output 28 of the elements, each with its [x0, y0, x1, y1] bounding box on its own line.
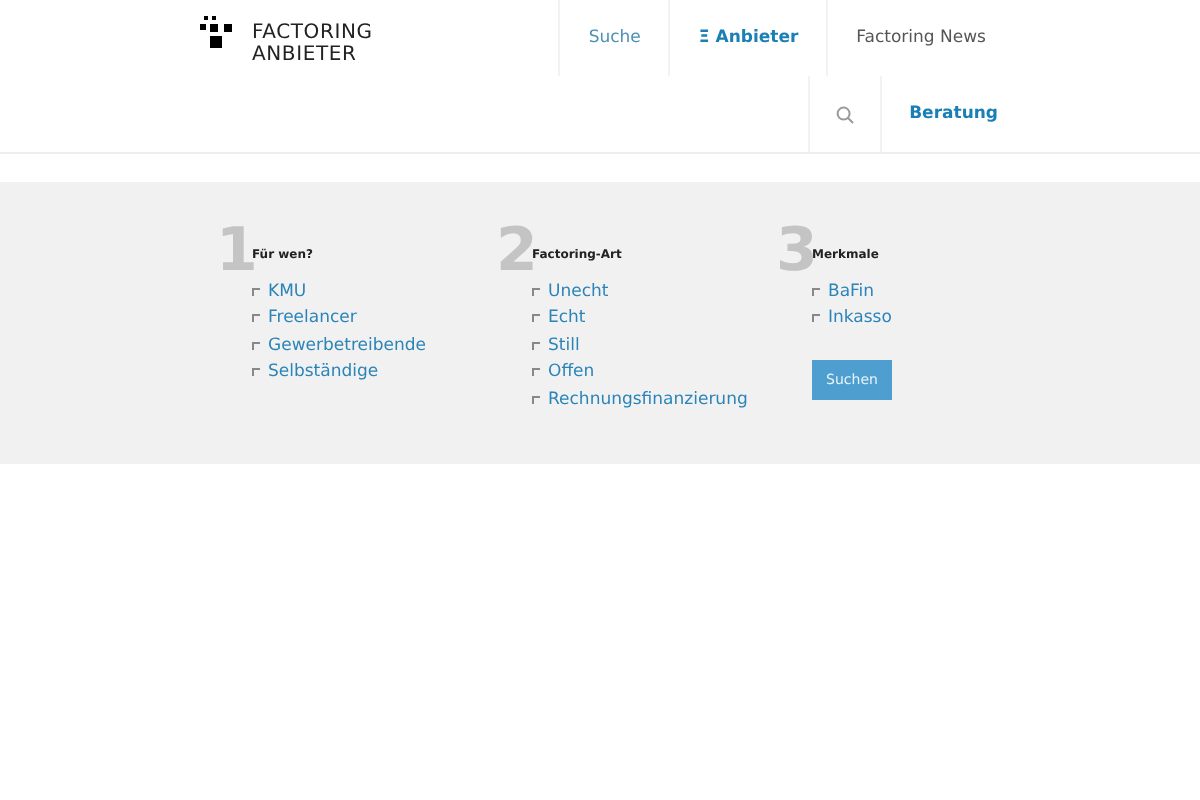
logo-text: FACTORING ANBIETER [252, 20, 373, 66]
option-label[interactable]: Unecht [548, 281, 609, 302]
checkbox[interactable] [532, 395, 540, 404]
option-label[interactable]: Echt [548, 308, 586, 329]
search-icon[interactable] [835, 105, 854, 123]
checkbox[interactable] [812, 314, 820, 323]
option-label[interactable]: Inkasso [828, 308, 892, 329]
checkbox[interactable] [252, 287, 260, 296]
nav-link[interactable]: Factoring News [826, 0, 1014, 76]
checkbox[interactable] [252, 341, 260, 350]
option-label[interactable]: Gewerbetreibende [268, 335, 426, 356]
option-label[interactable]: BaFin [828, 281, 875, 302]
nav-link[interactable]: Suche [558, 0, 669, 76]
option-label[interactable]: KMU [268, 281, 307, 302]
option-label[interactable]: Rechnungsfinanzierung [548, 389, 748, 410]
option-label[interactable]: Freelancer [268, 308, 357, 329]
nav-link[interactable]: Beratung [879, 76, 1014, 152]
option-label[interactable]: Still [548, 335, 580, 356]
checkbox[interactable] [532, 314, 540, 323]
checkbox[interactable] [532, 287, 540, 296]
checkbox[interactable] [532, 368, 540, 377]
option-label[interactable]: Offen [548, 362, 595, 383]
nav-link[interactable]: Ξ Anbieter [668, 0, 827, 76]
option-label[interactable]: Selbständige [268, 362, 379, 383]
checkbox[interactable] [252, 314, 260, 323]
checkbox[interactable] [532, 341, 540, 350]
checkbox[interactable] [812, 287, 820, 296]
checkbox[interactable] [252, 368, 260, 377]
